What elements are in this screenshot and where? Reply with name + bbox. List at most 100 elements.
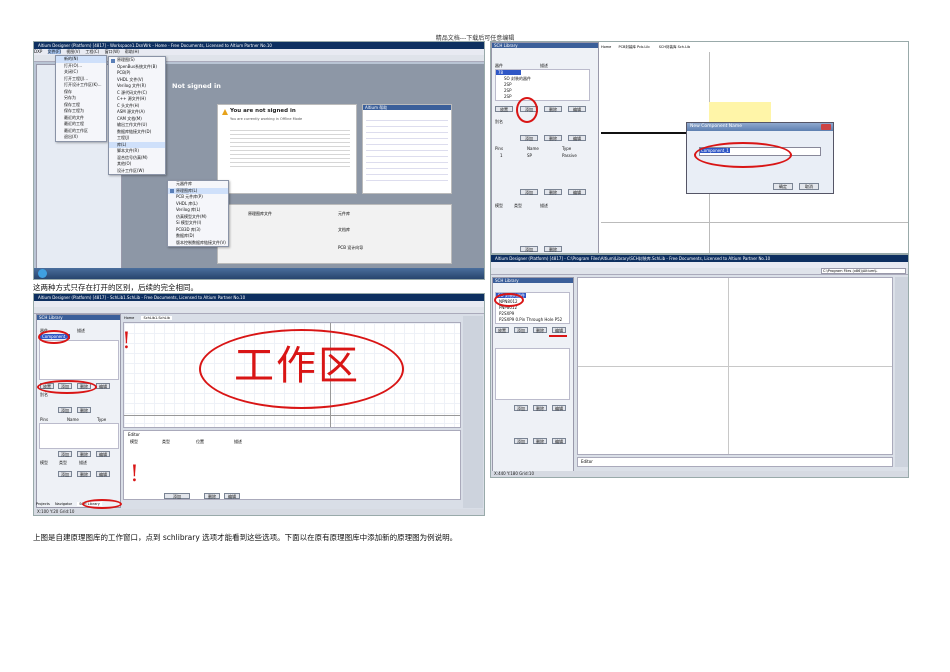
edit-button[interactable]: 编辑 xyxy=(568,106,586,112)
start-button[interactable] xyxy=(38,269,47,278)
menu-window[interactable]: 窗口(W) xyxy=(105,49,120,54)
dialog-close-icon[interactable] xyxy=(821,124,831,130)
pin-add-button[interactable]: 添加 xyxy=(520,189,538,195)
alias-add-button[interactable]: 添加 xyxy=(58,407,72,413)
pin-edit-button[interactable]: 编辑 xyxy=(568,189,586,195)
file-menu: 新的(N) 打开(O)... 关闭(C) 打开工程(J)... 打开设计工作区(… xyxy=(55,55,107,142)
tab-schlib[interactable]: SchLib1.SchLib xyxy=(141,316,172,320)
tile-area: 原理图库文件 元件库 文档库 PCB 设计向导 xyxy=(217,204,452,264)
pins-col-2: Type xyxy=(562,146,572,151)
component-list xyxy=(39,340,119,380)
help-list xyxy=(366,115,448,185)
dialog-ok-button[interactable]: 确定 xyxy=(773,183,793,190)
window-title: Altium Designer (Platform) [4817] - C:\P… xyxy=(491,255,908,262)
editor-edit-button[interactable]: 编辑 xyxy=(224,493,240,499)
editor-add-button[interactable]: 添加 xyxy=(164,493,190,499)
annotation-circle-component-list xyxy=(494,293,524,307)
menu-help[interactable]: 帮助(H) xyxy=(125,49,139,54)
tab-home[interactable]: Home xyxy=(601,45,611,49)
editor-bar: Editor xyxy=(577,457,893,467)
annotation-workspace-text: 工作区 xyxy=(234,343,360,389)
tab-projects[interactable]: Projects xyxy=(36,502,50,506)
schematic-canvas[interactable] xyxy=(577,277,893,455)
place-button[interactable]: 放置 xyxy=(495,106,513,112)
editor-delete-button[interactable]: 删除 xyxy=(204,493,220,499)
pins-col-0: Pins xyxy=(495,146,504,151)
warning-title: You are not signed in xyxy=(230,108,296,114)
delete-button[interactable]: 删除 xyxy=(533,327,547,333)
menu-file[interactable]: 文件(F) xyxy=(47,49,61,54)
list-item-0[interactable]: 78 xyxy=(496,70,521,75)
model-col-0: 模型 xyxy=(495,203,503,208)
pin-delete-button[interactable]: 删除 xyxy=(544,189,562,195)
delete-button[interactable]: 删除 xyxy=(544,106,562,112)
tab-navigator[interactable]: Navigator xyxy=(55,502,72,506)
list-item-2[interactable]: 2SP xyxy=(504,82,512,87)
path-field[interactable]: C:\Program Files (x86)\Altium\L xyxy=(821,268,906,274)
editor-col-0: 模型 xyxy=(130,439,138,444)
status-bar: X:440 Y:180 Grid:10 xyxy=(491,471,908,477)
schlib-icon xyxy=(170,189,174,193)
panel-title: SCH Library xyxy=(492,43,598,48)
sch-library-panel: SCH Library 器件 描述 78 SO 封装的器件 2SP 2SP 2S… xyxy=(491,42,599,253)
menu-project[interactable]: 工程(C) xyxy=(85,49,99,54)
new-item-17[interactable]: 设计工作区(W) xyxy=(109,168,165,175)
place-button[interactable]: 放置 xyxy=(495,327,509,333)
tab-home[interactable]: Home xyxy=(124,316,134,320)
model-delete-button[interactable]: 删除 xyxy=(544,246,562,252)
toolbar xyxy=(34,307,484,314)
alias-delete-button[interactable]: 删除 xyxy=(77,407,91,413)
pin-delete-button[interactable]: 删除 xyxy=(533,405,547,411)
model-add-button[interactable]: 添加 xyxy=(58,471,72,477)
pin-edit-button[interactable]: 编辑 xyxy=(552,405,566,411)
toolbar: C:\Program Files (x86)\Altium\L xyxy=(491,268,908,275)
pin-edit-button[interactable]: 编辑 xyxy=(96,451,110,457)
help-panel-title: Altium 帮助 xyxy=(363,105,451,110)
pins-row-0: 1 xyxy=(500,153,503,158)
tile-doclib[interactable]: 文档库 xyxy=(338,227,350,233)
alias-edit-button[interactable]: 编辑 xyxy=(568,135,586,141)
editor-col-1: 类型 xyxy=(162,439,170,444)
pin-add-button[interactable]: 添加 xyxy=(58,451,72,457)
alias-delete-button[interactable]: 删除 xyxy=(544,135,562,141)
pins-col-2: Type xyxy=(97,417,107,422)
list-item-4[interactable]: P2SXP9 0.Pin Through Hole P52 xyxy=(499,317,562,322)
editor-label: Editor xyxy=(128,432,140,437)
edit-button[interactable]: 编辑 xyxy=(552,327,566,333)
menu-dxp[interactable]: DXP xyxy=(34,49,42,54)
model-edit-button[interactable]: 编辑 xyxy=(96,471,110,477)
pin-add-button[interactable]: 添加 xyxy=(514,405,528,411)
alias-add-button[interactable]: 添加 xyxy=(520,135,538,141)
model-col-1: 类型 xyxy=(59,460,67,465)
component-list: 78 SO 封装的器件 2SP 2SP 2SP xyxy=(495,69,590,101)
pins-col-1: Name xyxy=(67,417,79,422)
list-item-3[interactable]: P2SXP9 xyxy=(499,311,514,316)
screenshot-schlib-workspace: Altium Designer (Platform) [4817] - SchL… xyxy=(33,293,485,516)
tab-sch-lib[interactable]: SCH封装库 Sch.Lib xyxy=(656,45,693,49)
model-add-button[interactable]: 添加 xyxy=(514,438,528,444)
alias-label: 别名 xyxy=(495,119,503,124)
add-button[interactable]: 添加 xyxy=(514,327,528,333)
tile-pcbwizard[interactable]: PCB 设计向导 xyxy=(338,245,363,251)
list-item-4[interactable]: 2SP xyxy=(504,94,512,99)
windows-taskbar xyxy=(34,268,484,279)
tab-pcb-lib[interactable]: PCB封装库 Pcb.Lib xyxy=(618,45,649,49)
edit-button[interactable]: 编辑 xyxy=(96,383,110,389)
model-delete-button[interactable]: 删除 xyxy=(77,471,91,477)
tile-schlib[interactable]: 原理图库文件 xyxy=(248,211,272,217)
lib-item-9[interactable]: 版本控制数据库链接文件(V) xyxy=(168,240,228,247)
list-item-3[interactable]: 2SP xyxy=(504,88,512,93)
dialog-cancel-button[interactable]: 取消 xyxy=(799,183,819,190)
pin-delete-button[interactable]: 删除 xyxy=(77,451,91,457)
model-edit-button[interactable]: 编辑 xyxy=(552,438,566,444)
pins-row-1: SP xyxy=(527,153,532,158)
screenshot-existing-library: Altium Designer (Platform) [4817] - C:\P… xyxy=(490,254,909,478)
menu-item-exit[interactable]: 退出(X) xyxy=(56,134,106,141)
tile-complib[interactable]: 元件库 xyxy=(338,211,350,217)
editor-col-2: 位置 xyxy=(196,439,204,444)
not-signed-banner: Not signed in xyxy=(172,82,221,90)
menu-view[interactable]: 视图(V) xyxy=(66,49,80,54)
model-delete-button[interactable]: 删除 xyxy=(533,438,547,444)
library-submenu: 元器件库 原理图库(L) PCB 元件库(P) VHDL 库(L) Verilo… xyxy=(167,180,229,247)
model-add-button[interactable]: 添加 xyxy=(520,246,538,252)
